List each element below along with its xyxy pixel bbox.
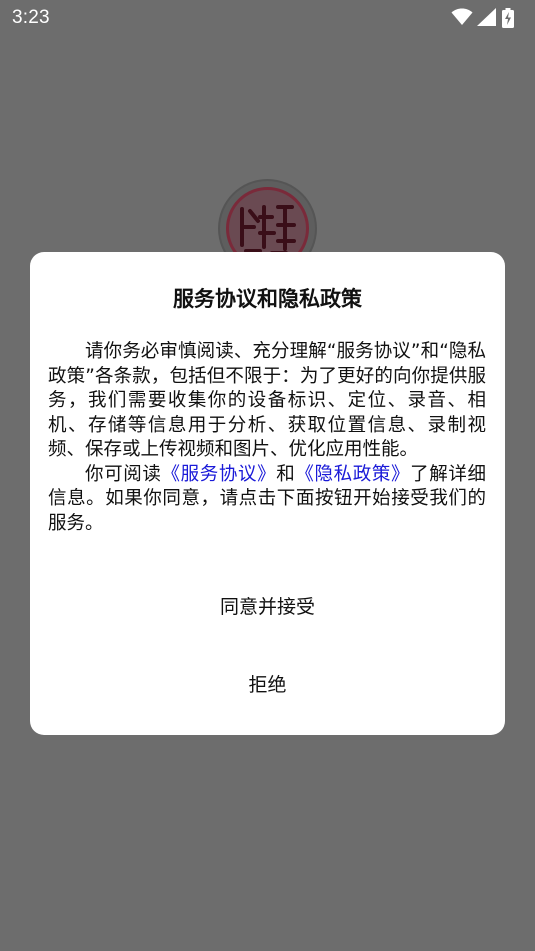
refuse-button[interactable]: 拒绝 xyxy=(30,660,505,710)
status-time: 3:23 xyxy=(12,7,50,28)
status-bar: 3:23 xyxy=(0,0,535,36)
read-prefix-text: 你可阅读 xyxy=(85,463,162,485)
service-agreement-link[interactable]: 《服务协议》 xyxy=(162,464,277,485)
agree-button[interactable]: 同意并接受 xyxy=(30,582,505,632)
privacy-policy-link[interactable]: 《隐私政策》 xyxy=(295,464,410,485)
policy-paragraph: 请你务必审慎阅读、充分理解“服务协议”和“隐私政策”各条款，包括但不限于：为了更… xyxy=(48,341,486,460)
battery-charging-icon xyxy=(502,8,514,28)
dialog-body: 请你务必审慎阅读、充分理解“服务协议”和“隐私政策”各条款，包括但不限于：为了更… xyxy=(48,340,486,536)
wifi-icon xyxy=(451,8,473,25)
policy-paragraph: 你可阅读《服务协议》和《隐私政策》了解详细信息。如果你同意，请点击下面按钮开始接… xyxy=(48,463,486,537)
dialog-title: 服务协议和隐私政策 xyxy=(173,287,362,311)
cellular-signal-icon xyxy=(477,8,496,26)
privacy-policy-dialog: 服务协议和隐私政策 请你务必审慎阅读、充分理解“服务协议”和“隐私政策”各条款，… xyxy=(30,252,505,735)
and-text: 和 xyxy=(276,463,296,485)
